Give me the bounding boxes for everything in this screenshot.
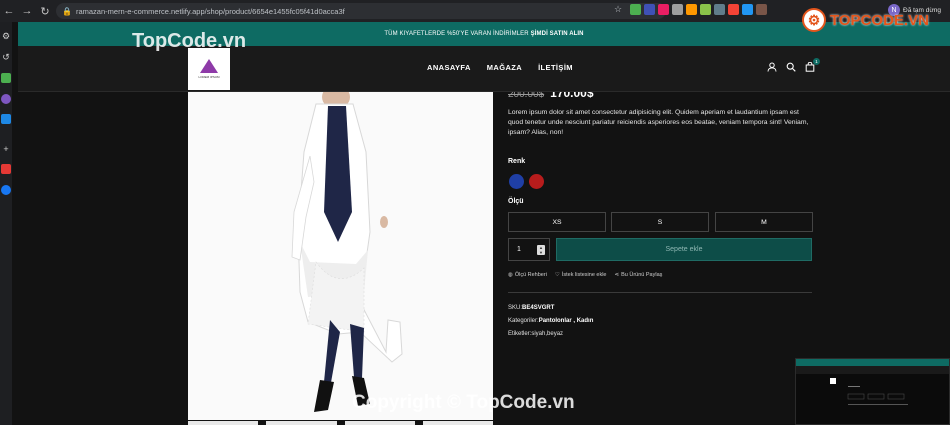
bird-logo-icon — [200, 59, 218, 73]
settings-icon[interactable]: ⚙ — [1, 31, 11, 41]
menu-item-shop[interactable]: MAĞAZA — [487, 63, 522, 72]
quantity-value: 1 — [517, 246, 521, 253]
new-price: 170.00$ — [550, 92, 594, 100]
tags-label: Etiketler: — [508, 331, 532, 337]
extension-icon[interactable] — [658, 4, 669, 15]
forward-icon[interactable]: → — [18, 0, 36, 22]
address-bar[interactable]: 🔒 ramazan-mern-e-commerce.netlify.app/sh… — [56, 3, 666, 19]
main-menu: ANASAYFA MAĞAZA İLETİŞİM — [427, 63, 573, 72]
categories-label: Kategoriler: — [508, 318, 539, 324]
quantity-stepper[interactable]: 1 ▲ ▼ — [508, 238, 550, 261]
page-viewport: TÜM KIYAFETLERDE %50'YE VARAN İNDİRİMLER… — [12, 22, 950, 425]
extension-icon[interactable] — [742, 4, 753, 15]
cart-icon[interactable]: 1 — [805, 58, 820, 74]
heart-icon: ♡ — [554, 272, 560, 278]
size-guide-link[interactable]: ◍ Ölçü Rehberi — [508, 272, 547, 278]
size-label: Ölçü — [508, 198, 524, 205]
menu-item-contact[interactable]: İLETİŞİM — [538, 63, 573, 72]
color-swatch-blue[interactable] — [509, 174, 524, 189]
thumbnail[interactable] — [266, 421, 337, 425]
extension-icon[interactable] — [756, 4, 767, 15]
extension-icon[interactable] — [644, 4, 655, 15]
search-icon[interactable] — [786, 62, 796, 74]
sku-row: SKU:BE4SVGRT — [508, 305, 554, 311]
categories-row: Kategoriler:Pantolonlar , Kadın — [508, 318, 593, 324]
add-icon[interactable]: + — [1, 144, 11, 154]
categories-value[interactable]: Pantolonlar , Kadın — [539, 318, 594, 324]
cart-count-badge: 1 — [813, 58, 820, 65]
size-button-xs[interactable]: XS — [508, 212, 606, 232]
share-icon: ⋖ — [614, 272, 620, 278]
wishlist-link[interactable]: ♡ İstek listesine ekle — [555, 272, 607, 278]
promo-cta-link[interactable]: ŞİMDİ SATIN ALIN — [531, 31, 584, 37]
watermark-text: TopCode.vn — [132, 30, 247, 52]
mini-preview-window[interactable] — [795, 358, 950, 425]
tags-value: siyah,beyaz — [531, 331, 564, 337]
size-button-m[interactable]: M — [715, 212, 813, 232]
facebook-icon[interactable] — [1, 185, 11, 195]
topcode-badge: ⚙ TOPCODE.VN — [802, 8, 929, 32]
header-icons: 1 — [767, 58, 820, 74]
extension-icon[interactable] — [700, 4, 711, 15]
divider — [508, 292, 812, 293]
product-description: Lorem ipsum dolor sit amet consectetur a… — [508, 109, 809, 136]
site-logo[interactable]: LOREM IPSUM — [188, 48, 230, 90]
copyright-watermark: Copyright © TopCode.vn — [352, 392, 575, 413]
chat-icon[interactable] — [1, 114, 11, 124]
messenger-icon[interactable] — [1, 94, 11, 104]
product-actions: ◍ Ölçü Rehberi ♡ İstek listesine ekle ⋖ Bu … — [508, 272, 662, 278]
sku-label: SKU: — [508, 305, 523, 311]
thumbnail[interactable] — [422, 421, 493, 425]
extensions-row — [630, 4, 767, 15]
old-price: 200.00$ — [508, 92, 545, 100]
logo-text: LOREM IPSUM — [198, 75, 220, 79]
thumbnail[interactable] — [188, 421, 259, 425]
extension-icon[interactable] — [714, 4, 725, 15]
history-icon[interactable]: ↺ — [1, 52, 11, 62]
product-image[interactable] — [188, 92, 493, 420]
url-text: ramazan-mern-e-commerce.netlify.app/shop… — [75, 6, 345, 16]
sku-value: BE4SVGRT — [522, 305, 555, 311]
wishlist-label: İstek listesine ekle — [561, 272, 607, 278]
browser-side-rail: ⚙ ↺ + — [0, 22, 12, 425]
extension-icon[interactable] — [630, 4, 641, 15]
mini-header — [796, 366, 949, 374]
size-guide-label: Ölçü Rehberi — [514, 272, 547, 278]
back-icon[interactable]: ← — [0, 0, 18, 22]
product-thumbnails — [188, 421, 493, 425]
reload-icon[interactable]: ↻ — [36, 0, 54, 22]
user-icon[interactable] — [767, 62, 777, 74]
stepper-arrows-icon[interactable]: ▲ ▼ — [537, 245, 545, 255]
app-icon[interactable] — [1, 73, 11, 83]
thumbnail[interactable] — [344, 421, 415, 425]
share-label: Bu Ürünü Paylaş — [621, 272, 663, 278]
bookmark-star-icon[interactable]: ☆ — [614, 4, 622, 15]
menu-item-home[interactable]: ANASAYFA — [427, 63, 471, 72]
tags-row: Etiketler:siyah,beyaz — [508, 331, 563, 337]
extension-icon[interactable] — [672, 4, 683, 15]
mini-promo-bar — [796, 359, 949, 366]
promo-text: TÜM KIYAFETLERDE %50'YE VARAN İNDİRİMLER — [384, 31, 529, 37]
extension-icon[interactable] — [686, 4, 697, 15]
youtube-icon[interactable] — [1, 164, 11, 174]
topcode-badge-text: TOPCODE.VN — [830, 11, 929, 29]
lock-icon: 🔒 — [62, 6, 72, 16]
color-label: Renk — [508, 158, 526, 165]
globe-icon: ◍ — [508, 272, 513, 278]
mini-page-content — [830, 378, 908, 405]
price-block: 200.00$ 170.00$ — [508, 92, 594, 100]
color-swatch-red[interactable] — [529, 174, 544, 189]
topcode-logo-icon: ⚙ — [802, 8, 826, 32]
extension-icon[interactable] — [728, 4, 739, 15]
size-button-s[interactable]: S — [611, 212, 709, 232]
add-to-cart-button[interactable]: Sepete ekle — [556, 238, 812, 261]
share-link[interactable]: ⋖ Bu Ürünü Paylaş — [615, 272, 663, 278]
